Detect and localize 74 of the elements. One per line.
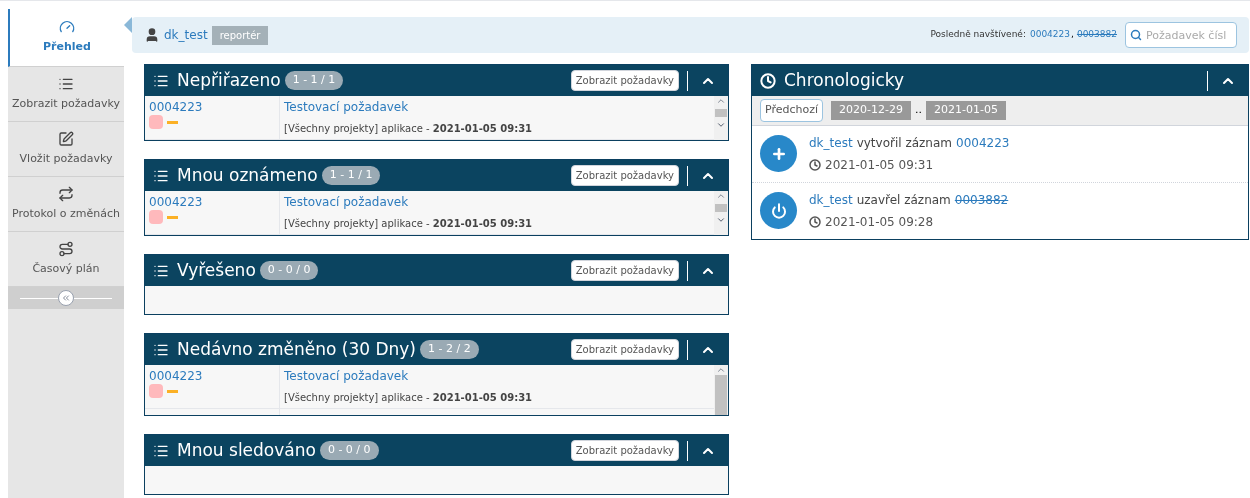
- priority-dash-icon: [167, 120, 178, 124]
- sidebar-item[interactable]: Zobrazit požadavky: [8, 67, 124, 122]
- issue-id-link[interactable]: 0004223: [149, 99, 275, 115]
- scrollbar[interactable]: [714, 191, 728, 235]
- issue-meta-text: [Všechny projekty] aplikace - 2021-01-05 09:31: [284, 218, 533, 229]
- event-action-text: uzavřel záznam: [856, 191, 951, 209]
- scroll-thumb[interactable]: [715, 375, 727, 415]
- recent-issue-link[interactable]: 0003882: [1076, 28, 1117, 42]
- issue-id-link[interactable]: 0004223: [149, 194, 275, 210]
- show-issues-button[interactable]: Zobrazit požadavky: [570, 260, 679, 281]
- date-to-badge: 2021-01-05: [926, 101, 1006, 120]
- sidebar-item[interactable]: Přehled: [8, 9, 124, 67]
- clock-icon: [809, 215, 821, 228]
- plus-icon: [760, 135, 797, 172]
- collapse-sidebar-button[interactable]: [58, 290, 74, 306]
- sidebar-item[interactable]: Vložit požadavky: [8, 122, 124, 177]
- role-badge: reportér: [211, 25, 269, 45]
- username-link[interactable]: dk_test: [164, 26, 208, 44]
- clock-icon: [809, 158, 821, 171]
- clock-icon: [760, 72, 776, 89]
- issue-summary-link[interactable]: Testovací požadavek: [284, 99, 710, 115]
- count-badge: 0 - 0 / 0: [259, 261, 319, 280]
- scroll-thumb[interactable]: [715, 109, 727, 117]
- edit-icon: [58, 130, 74, 147]
- show-issues-button[interactable]: Zobrazit požadavky: [570, 165, 679, 186]
- road-icon: [58, 240, 74, 257]
- scroll-up-icon: [716, 191, 726, 201]
- show-issues-button[interactable]: Zobrazit požadavky: [570, 440, 679, 461]
- issue-summary-link[interactable]: Testovací požadavek: [284, 194, 710, 210]
- double-chevron-left-icon: [61, 293, 71, 303]
- issue-meta-text: [Všechny projekty] aplikace - 2021-01-05 09:31: [284, 123, 533, 134]
- count-badge: 1 - 1 / 1: [321, 166, 381, 185]
- user-icon: [144, 27, 160, 43]
- panel-title: Nedávno změněno (30 Dny): [177, 337, 416, 361]
- range-separator: ..: [915, 102, 922, 118]
- username-link[interactable]: dk_test: [809, 190, 853, 209]
- username-link[interactable]: dk_test: [809, 133, 853, 152]
- issue-id-link[interactable]: 0004223: [149, 368, 275, 384]
- scroll-thumb[interactable]: [715, 204, 727, 212]
- show-issues-button[interactable]: Zobrazit požadavky: [570, 339, 679, 360]
- issue-id-link[interactable]: 0004223: [956, 133, 1010, 152]
- scroll-down-icon: [716, 120, 726, 130]
- sidebar-item[interactable]: Protokol o změnách: [8, 177, 124, 232]
- scroll-up-icon: [716, 365, 726, 375]
- scroll-down-icon: [716, 215, 726, 225]
- panel-title: Nepřiřazeno: [177, 68, 281, 92]
- panel-title: Mnou oznámeno: [177, 163, 318, 187]
- count-badge: 1 - 1 / 1: [284, 71, 344, 90]
- count-badge: 1 - 2 / 2: [420, 340, 479, 359]
- issue-meta-text: [Všechny projekty] aplikace - 2021-01-05 09:31: [284, 392, 533, 403]
- event-time: 2021-01-05 09:31: [825, 156, 934, 174]
- date-from-badge: 2020-12-29: [831, 101, 911, 120]
- issue-summary-link[interactable]: Testovací požadavek: [284, 368, 710, 384]
- issue-id-link[interactable]: 0003882: [954, 190, 1009, 209]
- separator-comma: ,: [1071, 28, 1074, 42]
- scrollbar[interactable]: [714, 96, 728, 140]
- event-action-text: vytvořil záznam: [856, 134, 952, 152]
- repeat-icon: [58, 185, 74, 202]
- event-time: 2021-01-05 09:28: [825, 213, 934, 231]
- recent-issue-link[interactable]: 0004223: [1029, 28, 1071, 42]
- power-icon: [760, 192, 797, 229]
- show-issues-button[interactable]: Zobrazit požadavky: [570, 70, 679, 91]
- scroll-up-icon: [716, 96, 726, 106]
- panel-title: Vyřešeno: [177, 258, 256, 282]
- panel-title: Chronologicky: [784, 68, 905, 92]
- scrollbar[interactable]: [714, 365, 728, 415]
- count-badge: 0 - 0 / 0: [319, 441, 379, 460]
- search-icon: [1130, 28, 1142, 41]
- recent-label: Posledně navštívené:: [930, 28, 1026, 42]
- priority-dash-icon: [167, 215, 178, 219]
- panel-title: Mnou sledováno: [177, 438, 316, 462]
- search-field[interactable]: Požadavek čísl: [1125, 22, 1237, 49]
- previous-button[interactable]: Předchozí: [760, 99, 824, 122]
- priority-dash-icon: [167, 389, 178, 393]
